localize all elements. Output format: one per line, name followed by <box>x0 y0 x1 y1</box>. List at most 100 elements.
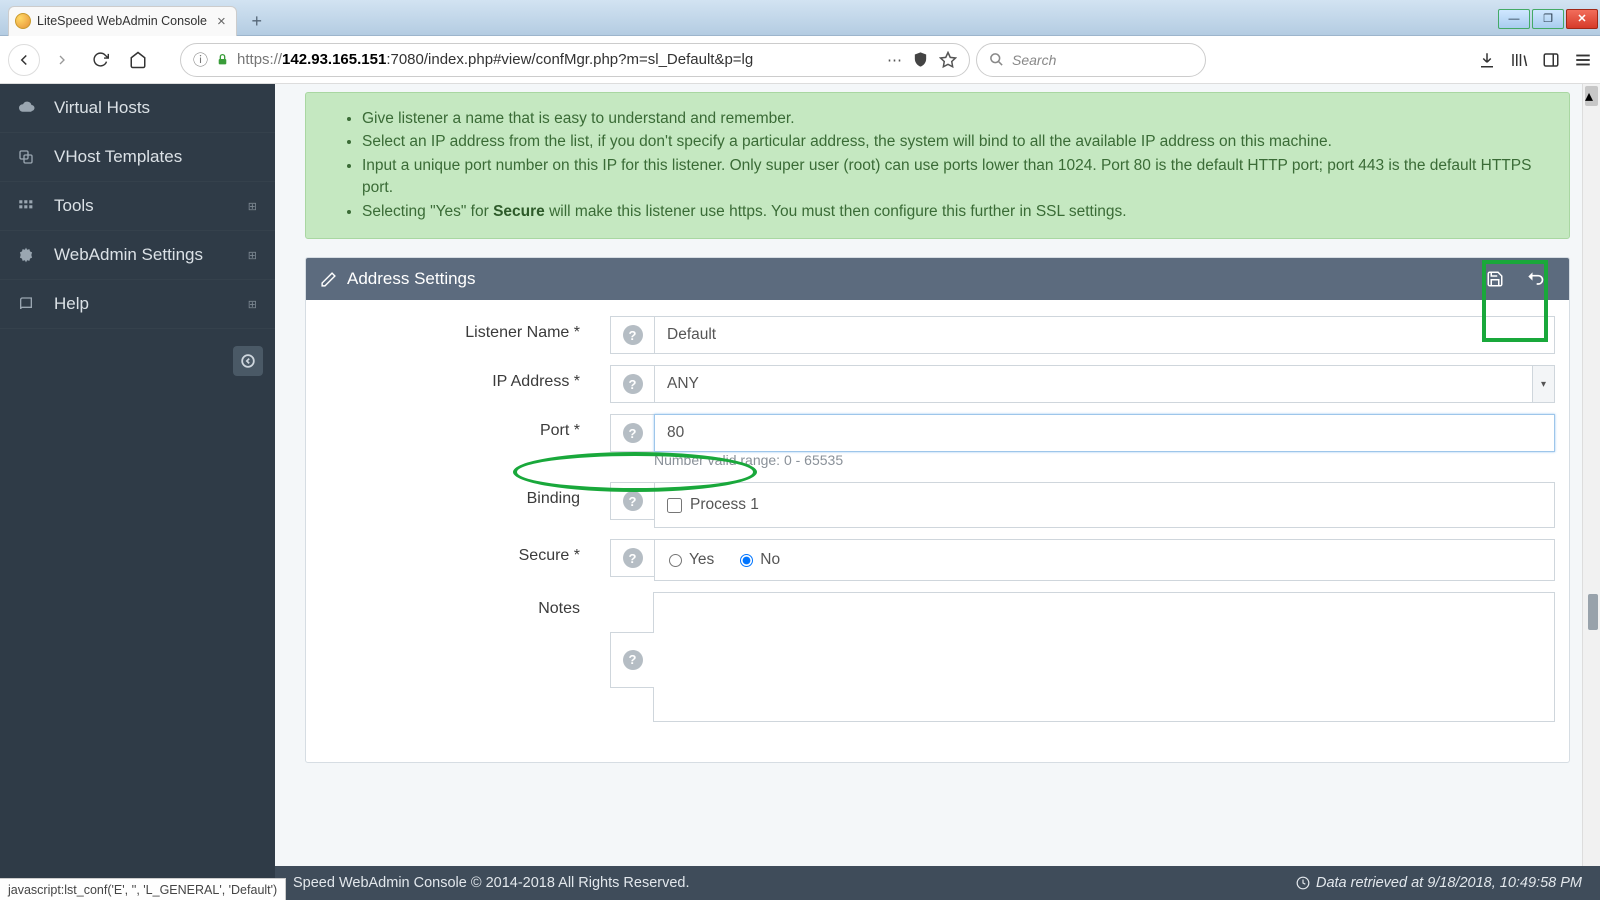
info-icon[interactable]: ⓘ <box>193 49 208 70</box>
browser-status-link: javascript:lst_conf('E', '', 'L_GENERAL'… <box>0 878 286 900</box>
clock-icon <box>1296 876 1310 890</box>
sidebar-item-webadmin-settings[interactable]: WebAdmin Settings ⊞ <box>0 231 275 280</box>
tip-item: Selecting "Yes" for Secure will make thi… <box>362 201 1547 223</box>
new-tab-button[interactable]: + <box>243 9 271 35</box>
ip-address-select[interactable]: ANY ▾ <box>654 365 1555 403</box>
sidebar: Virtual Hosts VHost Templates Tools ⊞ We… <box>0 84 275 900</box>
select-value: ANY <box>667 375 699 393</box>
help-listener-name[interactable]: ? <box>610 316 654 354</box>
help-binding[interactable]: ? <box>610 482 654 520</box>
help-port[interactable]: ? <box>610 414 654 452</box>
browser-navbar: ⓘ https://142.93.165.151:7080/index.php#… <box>0 36 1600 84</box>
sidebar-item-vhost-templates[interactable]: VHost Templates <box>0 133 275 182</box>
cloud-icon <box>18 99 38 117</box>
sidebar-label: Tools <box>54 196 94 216</box>
port-input[interactable] <box>654 414 1555 452</box>
notes-textarea[interactable] <box>653 592 1555 722</box>
help-icon: ? <box>623 650 643 670</box>
nav-home-button[interactable] <box>122 44 154 76</box>
tab-title: LiteSpeed WebAdmin Console <box>37 14 207 28</box>
sidebar-label: WebAdmin Settings <box>54 245 203 265</box>
tip-item: Give listener a name that is easy to und… <box>362 108 1547 130</box>
listener-name-input[interactable] <box>654 316 1555 354</box>
sidebar-item-help[interactable]: Help ⊞ <box>0 280 275 329</box>
nav-forward-button[interactable] <box>46 44 78 76</box>
label-secure: Secure * <box>320 539 610 565</box>
help-icon: ? <box>623 374 643 394</box>
scrollbar-up-arrow[interactable]: ▴ <box>1585 86 1598 106</box>
bookmark-star-icon[interactable] <box>939 51 957 69</box>
sidebar-toggle-icon[interactable] <box>1542 51 1560 69</box>
window-titlebar: LiteSpeed WebAdmin Console × + — ❐ ✕ <box>0 0 1600 36</box>
back-button[interactable] <box>1515 258 1555 300</box>
expand-icon: ⊞ <box>248 298 257 311</box>
address-settings-panel: Address Settings Listener Name * ? <box>305 257 1570 763</box>
chevron-down-icon: ▾ <box>1532 366 1554 402</box>
sidebar-collapse-button[interactable] <box>233 346 263 376</box>
sidebar-item-tools[interactable]: Tools ⊞ <box>0 182 275 231</box>
label-port: Port * <box>320 414 610 440</box>
nav-reload-button[interactable] <box>84 44 116 76</box>
label-ip-address: IP Address * <box>320 365 610 391</box>
help-secure[interactable]: ? <box>610 539 654 577</box>
label-listener-name: Listener Name * <box>320 316 610 342</box>
browser-tab[interactable]: LiteSpeed WebAdmin Console × <box>8 6 237 36</box>
footer-timestamp: Data retrieved at 9/18/2018, 10:49:58 PM <box>1316 875 1582 891</box>
footer-copyright: Speed WebAdmin Console © 2014-2018 All R… <box>293 875 690 891</box>
shield-icon[interactable] <box>912 51 929 68</box>
library-icon[interactable] <box>1510 51 1528 69</box>
secure-yes-radio[interactable]: Yes <box>669 551 714 569</box>
address-bar[interactable]: ⓘ https://142.93.165.151:7080/index.php#… <box>180 43 970 77</box>
edit-icon <box>320 271 337 288</box>
secure-radio-group: Yes No <box>654 539 1555 581</box>
downloads-icon[interactable] <box>1478 51 1496 69</box>
main-content: Give listener a name that is easy to und… <box>275 84 1600 900</box>
label-notes: Notes <box>320 592 610 618</box>
panel-title: Address Settings <box>347 269 476 289</box>
copy-icon <box>18 149 38 165</box>
menu-icon[interactable] <box>1574 51 1592 69</box>
binding-field: Process 1 <box>654 482 1555 528</box>
binding-option-label: Process 1 <box>690 496 759 514</box>
secure-no-radio[interactable]: No <box>740 551 780 569</box>
expand-icon: ⊞ <box>248 249 257 262</box>
gear-icon <box>18 247 38 263</box>
tab-favicon-icon <box>15 13 31 29</box>
window-controls: — ❐ ✕ <box>1498 7 1600 29</box>
window-maximize-button[interactable]: ❐ <box>1532 9 1564 29</box>
scrollbar-thumb[interactable] <box>1588 594 1598 630</box>
page-actions-icon[interactable]: ⋯ <box>887 51 902 69</box>
url-text: https://142.93.165.151:7080/index.php#vi… <box>237 51 753 68</box>
info-tips-box: Give listener a name that is easy to und… <box>305 92 1570 239</box>
panel-header: Address Settings <box>306 258 1569 300</box>
form: Listener Name * ? IP Address * ? ANY ▾ <box>306 300 1569 762</box>
tip-item: Input a unique port number on this IP fo… <box>362 155 1547 200</box>
book-icon <box>18 296 38 312</box>
nav-back-button[interactable] <box>8 44 40 76</box>
binding-checkbox-process-1[interactable] <box>667 498 682 513</box>
port-hint: Number valid range: 0 - 65535 <box>654 452 1555 468</box>
tab-close-icon[interactable]: × <box>217 13 226 30</box>
help-ip-address[interactable]: ? <box>610 365 654 403</box>
grid-icon <box>18 199 38 214</box>
window-minimize-button[interactable]: — <box>1498 9 1530 29</box>
app-footer: Speed WebAdmin Console © 2014-2018 All R… <box>275 866 1600 900</box>
lock-icon <box>216 53 229 66</box>
window-close-button[interactable]: ✕ <box>1566 9 1598 29</box>
viewport-scrollbar[interactable]: ▴ <box>1582 84 1600 866</box>
expand-icon: ⊞ <box>248 200 257 213</box>
search-placeholder: Search <box>1012 52 1056 68</box>
sidebar-label: Help <box>54 294 89 314</box>
help-icon: ? <box>623 548 643 568</box>
label-binding: Binding <box>320 482 610 508</box>
sidebar-item-virtual-hosts[interactable]: Virtual Hosts <box>0 84 275 133</box>
help-icon: ? <box>623 491 643 511</box>
save-button[interactable] <box>1475 258 1515 300</box>
help-icon: ? <box>623 423 643 443</box>
sidebar-label: VHost Templates <box>54 147 182 167</box>
help-notes[interactable]: ? <box>610 632 654 688</box>
browser-search[interactable]: Search <box>976 43 1206 77</box>
tip-item: Select an IP address from the list, if y… <box>362 131 1547 153</box>
sidebar-label: Virtual Hosts <box>54 98 150 118</box>
help-icon: ? <box>623 325 643 345</box>
